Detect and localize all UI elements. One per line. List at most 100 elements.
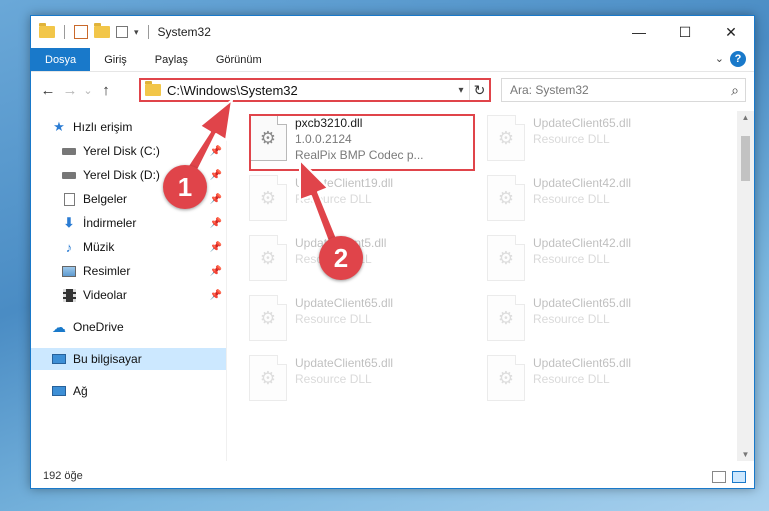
maximize-button[interactable]: ☐ [662,16,708,48]
file-tile[interactable]: ⚙ UpdateClient42.dll Resource DLL [479,231,699,287]
vertical-scrollbar[interactable]: ▲ ▼ [737,111,754,461]
dll-file-icon: ⚙ [487,295,525,341]
file-tile[interactable]: ⚙ UpdateClient65.dll Resource DLL [241,291,461,347]
file-name: UpdateClient42.dll [533,236,632,250]
dll-file-icon: ⚙ [249,355,287,401]
sidebar-item-music[interactable]: ♪ Müzik 📌 [31,236,226,258]
sidebar-item-label: Hızlı erişim [73,120,133,134]
drive-icon [61,168,77,182]
tab-giris[interactable]: Giriş [90,48,141,71]
file-tile[interactable]: ⚙ UpdateClient65.dll Resource DLL [479,351,699,407]
pin-icon[interactable]: 📌 [210,266,222,277]
sidebar-item-label: Müzik [83,240,115,254]
sidebar-item-downloads[interactable]: ⬇ İndirmeler 📌 [31,212,226,234]
view-switcher [712,471,746,483]
dll-file-icon: ⚙ [487,175,525,221]
sidebar-item-label: Belgeler [83,192,128,206]
sidebar-item-network[interactable]: Ağ [31,380,226,402]
new-folder-icon[interactable] [94,23,110,38]
window-controls: — ☐ ✕ [616,16,754,48]
file-tile[interactable]: ⚙ UpdateClient65.dll Resource DLL [241,351,461,407]
properties-icon[interactable] [74,25,88,39]
forward-button[interactable]: → [59,82,81,99]
divider [147,25,149,39]
sidebar-item-onedrive[interactable]: ☁ OneDrive [31,316,226,338]
file-description: Resource DLL [295,372,372,386]
tab-gorunum[interactable]: Görünüm [202,48,276,71]
pin-icon[interactable]: 📌 [210,146,222,157]
file-name: UpdateClient19.dll [295,176,394,190]
file-tile[interactable]: ⚙ UpdateClient19.dll Resource DLL [241,171,461,227]
sidebar-item-label: Videolar [83,288,127,302]
folder-icon [145,81,161,96]
search-placeholder: Ara: System32 [510,83,589,97]
dll-file-icon: ⚙ [487,235,525,281]
step-badge-2: 2 [319,236,363,280]
scroll-up-icon[interactable]: ▲ [737,113,754,122]
address-path[interactable]: C:\Windows\System32 [167,83,453,98]
pin-icon[interactable]: 📌 [210,194,222,205]
sidebar-item-videos[interactable]: Videolar 📌 [31,284,226,306]
explorer-window: ▾ System32 — ☐ ✕ Dosya Giriş Paylaş Görü… [30,15,755,489]
pin-icon[interactable]: 📌 [210,290,222,301]
file-name: UpdateClient65.dll [533,356,632,370]
pin-icon[interactable]: 📌 [210,242,222,253]
tab-paylas[interactable]: Paylaş [141,48,202,71]
pin-icon[interactable]: 📌 [210,170,222,181]
help-button[interactable]: ? [730,51,746,67]
customize-icon[interactable] [116,26,128,38]
file-tile[interactable]: ⚙ UpdateClient42.dll Resource DLL [479,171,699,227]
close-button[interactable]: ✕ [708,16,754,48]
up-button[interactable]: ↑ [95,82,117,99]
sidebar-item-this-pc[interactable]: Bu bilgisayar [31,348,226,370]
file-name: UpdateClient42.dll [533,176,632,190]
tab-dosya[interactable]: Dosya [31,48,91,71]
file-tile[interactable]: ⚙ UpdateClient65.dll Resource DLL [479,291,699,347]
cloud-icon: ☁ [52,318,66,335]
network-icon [51,384,67,398]
sidebar-item-label: Resimler [83,264,131,278]
dll-file-icon: ⚙ [487,355,525,401]
refresh-icon[interactable]: ↻ [469,80,489,100]
videos-icon [61,288,77,302]
scroll-down-icon[interactable]: ▼ [737,450,754,459]
dll-file-icon: ⚙ [249,295,287,341]
sidebar-item-quick-access[interactable]: ★ Hızlı erişim [31,116,226,138]
ribbon-tabs: Dosya Giriş Paylaş Görünüm ⌄ ? [31,48,754,72]
search-icon[interactable]: ⌕ [731,82,739,99]
divider [64,25,65,39]
file-name: UpdateClient65.dll [295,356,394,370]
folder-icon [39,23,55,38]
sidebar-item-local-disk-c[interactable]: Yerel Disk (C:) 📌 [31,140,226,162]
back-button[interactable]: ← [37,82,59,99]
file-description: Resource DLL [533,312,610,326]
file-name: UpdateClient65.dll [533,296,632,310]
downloads-icon: ⬇ [63,215,75,230]
recent-locations-button[interactable]: ⌄ [81,84,95,97]
minimize-button[interactable]: — [616,16,662,48]
chevron-down-icon[interactable]: ▾ [453,85,469,96]
dll-file-icon: ⚙ [249,175,287,221]
file-tile[interactable]: ⚙ UpdateClient65.dll Resource DLL [479,111,699,167]
file-highlight-box [249,114,475,171]
file-name: UpdateClient65.dll [533,116,632,130]
scrollbar-thumb[interactable] [741,136,750,181]
quick-access-toolbar: ▾ [31,23,152,39]
drive-icon [61,144,77,158]
star-icon: ★ [53,119,65,134]
tiles-view-icon[interactable] [732,471,746,483]
pin-icon[interactable]: 📌 [210,218,222,229]
dll-file-icon: ⚙ [249,235,287,281]
file-description: Resource DLL [533,252,610,266]
chevron-down-icon[interactable]: ▾ [134,27,139,38]
file-description: Resource DLL [533,372,610,386]
details-view-icon[interactable] [712,471,726,483]
file-description: Resource DLL [533,192,610,206]
sidebar-item-label: OneDrive [73,320,124,334]
address-bar[interactable]: C:\Windows\System32 ▾ ↻ [139,78,491,102]
sidebar-item-pictures[interactable]: Resimler 📌 [31,260,226,282]
pictures-icon [61,264,77,278]
search-input[interactable]: Ara: System32 ⌕ [501,78,746,102]
file-name: UpdateClient65.dll [295,296,394,310]
expand-ribbon-icon[interactable]: ⌄ [715,52,724,65]
